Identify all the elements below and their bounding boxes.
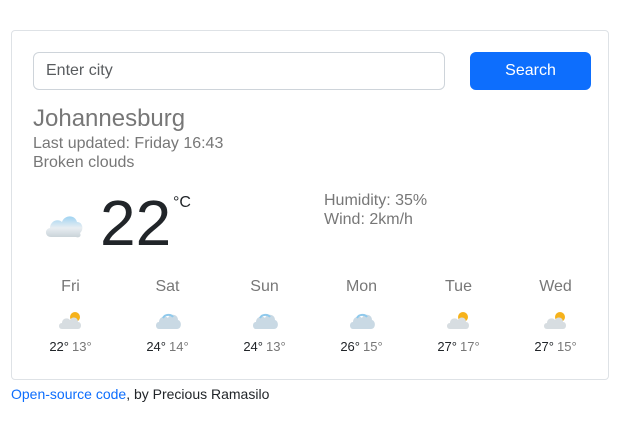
partly-cloudy-icon bbox=[543, 312, 566, 329]
search-button[interactable]: Search bbox=[470, 52, 591, 90]
cloud-icon bbox=[155, 313, 181, 329]
forecast-max-temp: 24° bbox=[146, 339, 166, 354]
humidity: Humidity: 35% bbox=[324, 192, 428, 209]
forecast-min-temp: 15° bbox=[557, 339, 577, 354]
forecast-day: Sat 24° 14° bbox=[119, 277, 216, 355]
forecast: Fri 22°13° Sat 24°14° Sun 24°13° Mon bbox=[12, 277, 610, 367]
forecast-max-temp: 27° bbox=[534, 339, 554, 354]
forecast-day-name: Mon bbox=[345, 278, 378, 295]
cloud-icon bbox=[252, 313, 278, 329]
forecast-day: Fri 22° 13° bbox=[22, 277, 119, 355]
city-search-input[interactable] bbox=[33, 52, 445, 90]
forecast-day-name: Wed bbox=[539, 278, 572, 295]
forecast-day: Tue 27° 17° bbox=[410, 277, 507, 355]
last-updated: Last updated: Friday 16:43 bbox=[33, 135, 224, 152]
forecast-min-temp: 17° bbox=[460, 339, 480, 354]
cloud-icon bbox=[45, 216, 83, 238]
partly-cloudy-icon bbox=[58, 312, 81, 329]
weather-card: Search Johannesburg Last updated: Friday… bbox=[11, 30, 609, 380]
forecast-max-temp: 24° bbox=[243, 339, 263, 354]
forecast-min-temp: 13° bbox=[266, 339, 286, 354]
forecast-min-temp: 13° bbox=[72, 339, 92, 354]
footer: Open-source code, by Precious Ramasilo bbox=[11, 386, 269, 402]
wind-speed: Wind: 2km/h bbox=[324, 211, 413, 228]
forecast-day-name: Fri bbox=[61, 278, 80, 295]
forecast-day: Sun 24° 13° bbox=[216, 277, 313, 355]
city-name: Johannesburg bbox=[33, 105, 186, 132]
forecast-day-name: Tue bbox=[445, 278, 472, 295]
weather-description: Broken clouds bbox=[33, 154, 135, 171]
temperature-unit: °C bbox=[173, 194, 191, 211]
forecast-max-temp: 22° bbox=[49, 339, 69, 354]
forecast-day: Mon 26° 15° bbox=[313, 277, 410, 355]
forecast-day-name: Sat bbox=[155, 278, 180, 295]
partly-cloudy-icon bbox=[446, 312, 469, 329]
current-temperature: 22 bbox=[100, 187, 172, 259]
source-code-link[interactable]: Open-source code bbox=[11, 386, 126, 402]
forecast-max-temp: 26° bbox=[340, 339, 360, 354]
cloud-icon bbox=[349, 313, 375, 329]
forecast-min-temp: 14° bbox=[169, 339, 189, 354]
forecast-day-name: Sun bbox=[250, 278, 279, 295]
forecast-max-temp: 27° bbox=[437, 339, 457, 354]
forecast-min-temp: 15° bbox=[363, 339, 383, 354]
footer-author: , by Precious Ramasilo bbox=[126, 386, 270, 402]
forecast-day: Wed 27° 15° bbox=[507, 277, 604, 355]
